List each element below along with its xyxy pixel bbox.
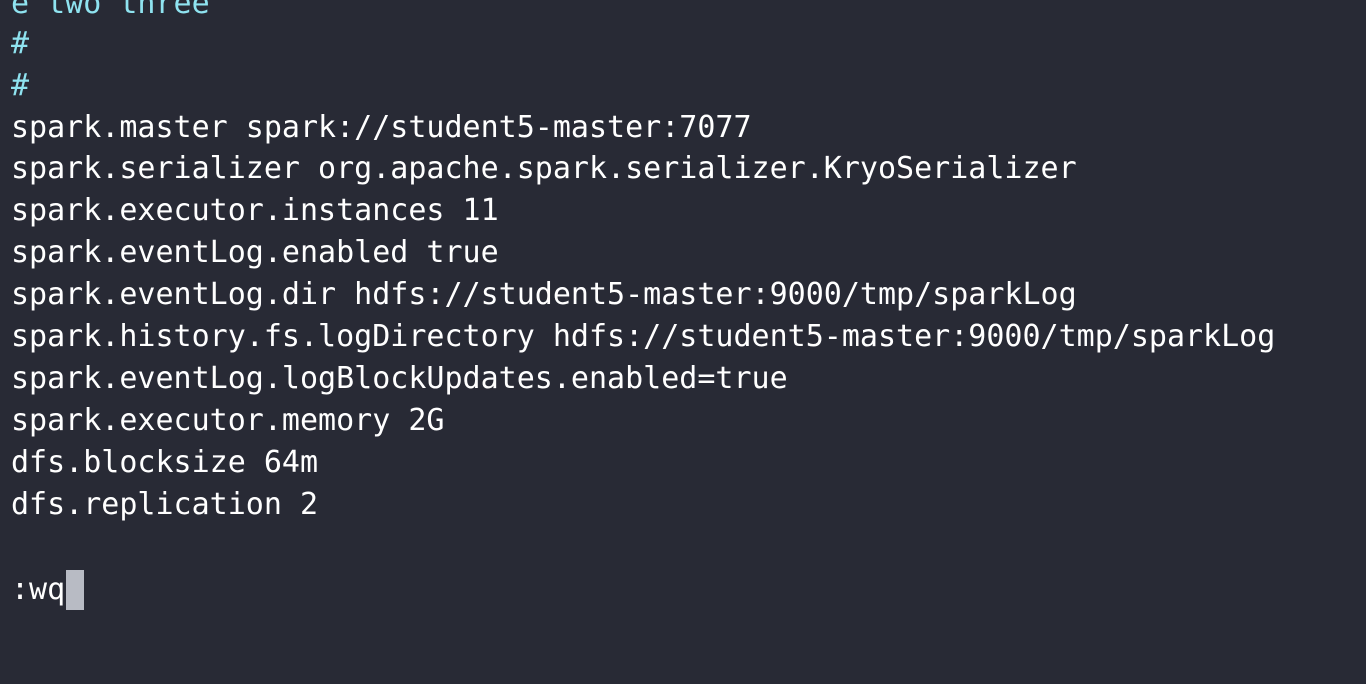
editor-line: spark.history.fs.logDirectory hdfs://stu… [11,319,1276,354]
editor-line: spark.executor.memory 2G [11,403,445,438]
editor-line: # [11,68,30,103]
editor-line: dfs.blocksize 64m [11,445,319,480]
vim-command-line[interactable]: :wq [11,570,85,610]
editor-line: e two three [11,0,210,21]
terminal-window[interactable]: e two three # # spark.master spark://stu… [0,0,1366,684]
editor-line: spark.serializer org.apache.spark.serial… [11,151,1077,186]
editor-line: # [11,26,30,61]
editor-line: spark.executor.instances 11 [11,193,499,228]
command-text: :wq [11,572,66,607]
text-cursor [66,570,85,610]
editor-line: spark.eventLog.logBlockUpdates.enabled=t… [11,361,788,396]
editor-line: spark.master spark://student5-master:707… [11,110,752,145]
editor-line: spark.eventLog.dir hdfs://student5-maste… [11,277,1077,312]
editor-line: spark.eventLog.enabled true [11,235,499,270]
editor-line: dfs.replication 2 [11,487,319,522]
